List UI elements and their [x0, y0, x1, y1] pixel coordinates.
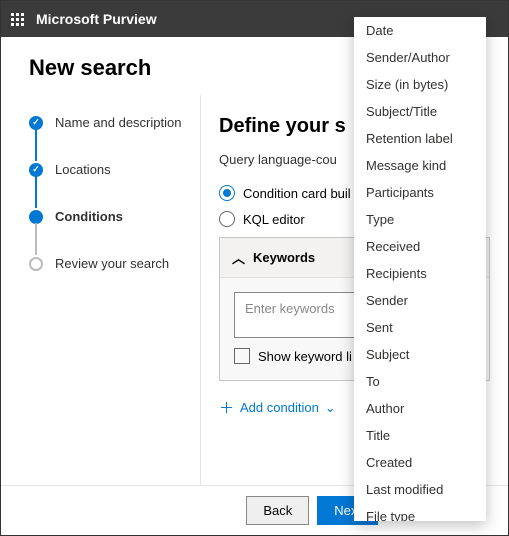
dropdown-item-author[interactable]: Author — [354, 395, 486, 422]
dropdown-item-sent[interactable]: Sent — [354, 314, 486, 341]
step-review[interactable]: Review your search — [29, 256, 200, 271]
dropdown-item-subject[interactable]: Subject — [354, 341, 486, 368]
step-current-icon — [29, 210, 43, 224]
dropdown-item-last-modified[interactable]: Last modified — [354, 476, 486, 503]
dropdown-item-received[interactable]: Received — [354, 233, 486, 260]
chevron-up-icon: ︿ — [232, 248, 245, 267]
dropdown-item-sender-author[interactable]: Sender/Author — [354, 44, 486, 71]
dropdown-item-type[interactable]: Type — [354, 206, 486, 233]
dropdown-item-to[interactable]: To — [354, 368, 486, 395]
wizard-steps: Name and description Locations Condition… — [1, 95, 201, 485]
radio-icon — [219, 211, 235, 227]
dropdown-item-file-type[interactable]: File type — [354, 503, 486, 521]
dropdown-item-subject-title[interactable]: Subject/Title — [354, 98, 486, 125]
radio-icon — [219, 185, 235, 201]
dropdown-item-retention-label[interactable]: Retention label — [354, 125, 486, 152]
dropdown-item-message-kind[interactable]: Message kind — [354, 152, 486, 179]
step-name-description[interactable]: Name and description — [29, 115, 200, 130]
check-icon — [29, 116, 43, 130]
plus-icon: ＋ — [219, 397, 234, 418]
step-locations[interactable]: Locations — [29, 162, 200, 177]
check-icon — [29, 163, 43, 177]
step-pending-icon — [29, 257, 43, 271]
back-button[interactable]: Back — [246, 496, 309, 525]
dropdown-item-created[interactable]: Created — [354, 449, 486, 476]
dropdown-item-title[interactable]: Title — [354, 422, 486, 449]
app-launcher-icon[interactable] — [11, 13, 24, 26]
checkbox-icon — [234, 348, 250, 364]
brand-label: Microsoft Purview — [36, 11, 157, 27]
dropdown-item-recipients[interactable]: Recipients — [354, 260, 486, 287]
step-conditions[interactable]: Conditions — [29, 209, 200, 224]
dropdown-item-participants[interactable]: Participants — [354, 179, 486, 206]
dropdown-item-size[interactable]: Size (in bytes) — [354, 71, 486, 98]
condition-dropdown[interactable]: Date Sender/Author Size (in bytes) Subje… — [354, 17, 486, 521]
dropdown-item-date[interactable]: Date — [354, 17, 486, 44]
chevron-down-icon: ⌄ — [325, 400, 336, 416]
dropdown-item-sender[interactable]: Sender — [354, 287, 486, 314]
